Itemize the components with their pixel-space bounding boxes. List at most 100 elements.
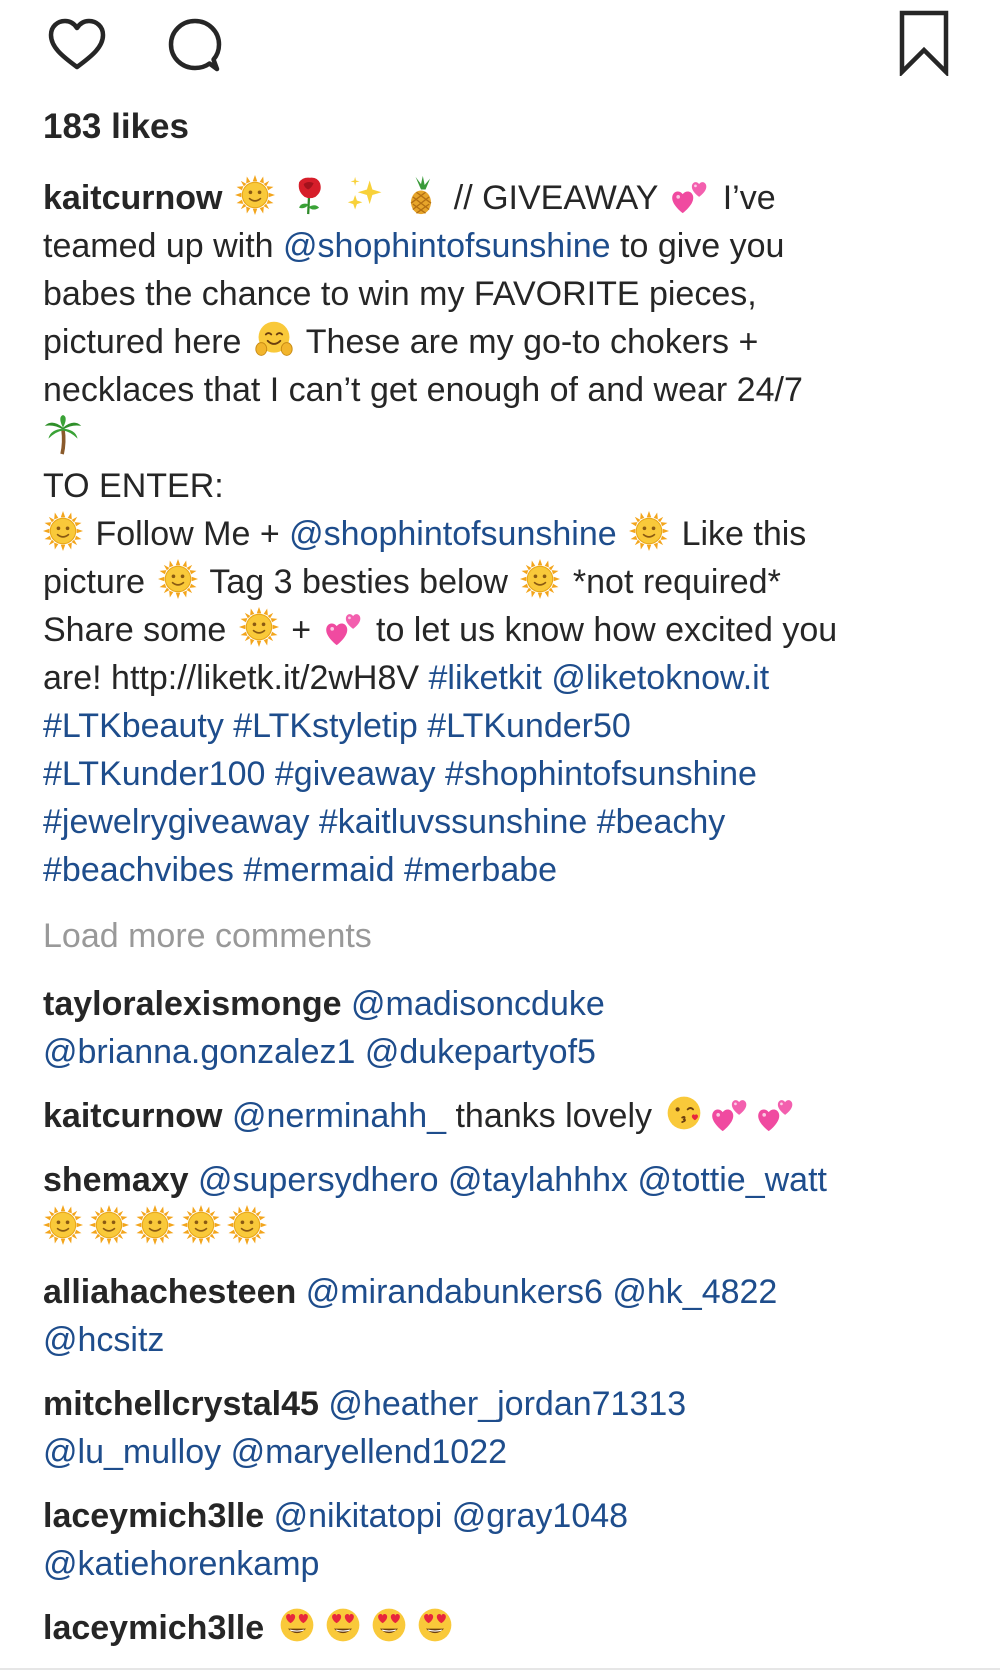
two-hearts-emoji-icon [670, 175, 710, 215]
mention-link[interactable]: @supersydhero @taylahhhx @tottie_watt [198, 1161, 827, 1199]
caption-line: teamed up with @shophintofsunshine to gi… [43, 222, 973, 270]
sun-face-emoji-icon [520, 559, 560, 599]
comment-username[interactable]: mitchellcrystal45 [43, 1385, 319, 1423]
hugging-face-emoji-icon [254, 319, 294, 359]
heart-eyes-emoji-icon [369, 1605, 409, 1645]
hashtag-line[interactable]: #beachvibes #mermaid #merbabe [43, 846, 973, 894]
caption-text: Follow Me + [95, 515, 280, 553]
comment-text: thanks lovely [455, 1097, 653, 1135]
mention-link[interactable]: @brianna.gonzalez1 @dukepartyof5 [43, 1028, 973, 1076]
comment-item: laceymich3lle @nikitatopi @gray1048 @kat… [43, 1492, 973, 1588]
caption-text: picture [43, 563, 146, 601]
sun-face-emoji-icon [43, 511, 83, 551]
comment-item: shemaxy @supersydhero @taylahhhx @tottie… [43, 1156, 973, 1252]
heart-eyes-emoji-icon [277, 1605, 317, 1645]
comment-line: alliahachesteen @mirandabunkers6 @hk_482… [43, 1268, 973, 1316]
comments-list: tayloralexismonge @madisoncduke @brianna… [43, 980, 973, 1668]
heart-eyes-emoji-icon [323, 1605, 363, 1645]
caption-text: Share some [43, 611, 227, 649]
caption-text: Like this [681, 515, 807, 553]
comment-username[interactable]: laceymich3lle [43, 1497, 264, 1535]
comment-username[interactable]: tayloralexismonge [43, 985, 342, 1023]
mention-link[interactable]: @katiehorenkamp [43, 1540, 973, 1588]
caption-text: teamed up with [43, 227, 274, 265]
caption-text: I’ve [722, 179, 776, 217]
caption-line: necklaces that I can’t get enough of and… [43, 371, 803, 409]
caption-line: picture Tag 3 besties below *not require… [43, 558, 973, 606]
caption-link-text[interactable]: are! http://liketk.it/2wH8V [43, 659, 419, 697]
load-more-comments-link[interactable]: Load more comments [43, 912, 372, 960]
caption-text: // GIVEAWAY [453, 179, 658, 217]
hashtag-line[interactable]: #LTKbeauty #LTKstyletip #LTKunder50 [43, 702, 973, 750]
caption-text: pictured here [43, 323, 242, 361]
sun-face-emoji-icon [239, 607, 279, 647]
caption-line: TO ENTER: [43, 467, 224, 505]
sun-face-emoji-icon [629, 511, 669, 551]
caption-text: *not required* [572, 563, 781, 601]
post-details: 183 likes kaitcurnow // GIVEAWAY I’ve te… [0, 0, 1000, 1674]
comment-line: laceymich3lle [43, 1604, 973, 1652]
sun-face-emoji-icon [43, 1205, 83, 1245]
comment-item: kaitcurnow @nerminahh_ thanks lovely [43, 1092, 973, 1140]
comment-username[interactable]: alliahachesteen [43, 1273, 296, 1311]
palm-tree-emoji-icon [43, 415, 83, 455]
comment-line: tayloralexismonge @madisoncduke [43, 980, 973, 1028]
sun-face-emoji-icon [89, 1205, 129, 1245]
comment-line: mitchellcrystal45 @heather_jordan71313 [43, 1380, 973, 1428]
heart-eyes-emoji-icon [415, 1605, 455, 1645]
heart-outline-icon[interactable] [48, 17, 106, 73]
sun-face-emoji-icon [227, 1205, 267, 1245]
mention-link[interactable]: @shophintofsunshine [283, 227, 611, 265]
mention-link[interactable]: @nikitatopi @gray1048 [274, 1497, 628, 1535]
comment-line: kaitcurnow @nerminahh_ thanks lovely [43, 1092, 973, 1140]
face-blowing-kiss-emoji-icon [664, 1093, 704, 1133]
caption-line: kaitcurnow // GIVEAWAY I’ve [43, 174, 973, 222]
caption-text: + [291, 611, 312, 649]
comment-item: alliahachesteen @mirandabunkers6 @hk_482… [43, 1268, 973, 1364]
caption-line [43, 414, 973, 462]
comment-username[interactable]: laceymich3lle [43, 1609, 264, 1647]
comment-item: laceymich3lle [43, 1604, 973, 1652]
mention-link[interactable]: @shophintofsunshine [289, 515, 617, 553]
post-caption: kaitcurnow // GIVEAWAY I’ve teamed up wi… [43, 174, 973, 894]
comment-line: laceymich3lle @nikitatopi @gray1048 [43, 1492, 973, 1540]
comment-emoji-line [43, 1204, 973, 1252]
pineapple-emoji-icon [401, 175, 441, 215]
caption-text: These are my go-to chokers + [305, 323, 759, 361]
mention-link[interactable]: @lu_mulloy @maryellend1022 [43, 1428, 973, 1476]
caption-text: to give you [620, 227, 785, 265]
two-hearts-emoji-icon [324, 607, 364, 647]
bookmark-outline-icon[interactable] [898, 10, 950, 76]
caption-line: are! http://liketk.it/2wH8V #liketkit @l… [43, 654, 973, 702]
caption-line: Follow Me + @shophintofsunshine Like thi… [43, 510, 973, 558]
caption-line: Share some + to let us know how excited … [43, 606, 973, 654]
rose-emoji-icon [290, 175, 330, 215]
hashtag-link[interactable]: #liketkit [429, 659, 542, 697]
bottom-divider [0, 1668, 1000, 1670]
sparkles-emoji-icon [346, 175, 386, 215]
likes-count[interactable]: 183 likes [43, 103, 189, 151]
sun-face-emoji-icon [135, 1205, 175, 1245]
caption-text: to let us know how excited you [376, 611, 838, 649]
caption-username[interactable]: kaitcurnow [43, 179, 222, 217]
sun-face-emoji-icon [158, 559, 198, 599]
mention-link[interactable]: @liketoknow.it [551, 659, 769, 697]
caption-line: babes the chance to win my FAVORITE piec… [43, 275, 757, 313]
comment-item: tayloralexismonge @madisoncduke @brianna… [43, 980, 973, 1076]
mention-link[interactable]: @mirandabunkers6 @hk_4822 [306, 1273, 778, 1311]
speech-bubble-icon[interactable] [164, 17, 226, 73]
comment-item: mitchellcrystal45 @heather_jordan71313 @… [43, 1380, 973, 1476]
mention-link[interactable]: @hcsitz [43, 1316, 973, 1364]
comment-username[interactable]: shemaxy [43, 1161, 189, 1199]
hashtag-line[interactable]: #jewelrygiveaway #kaitluvssunshine #beac… [43, 798, 973, 846]
mention-link[interactable]: @nerminahh_ [232, 1097, 446, 1135]
caption-line: pictured here These are my go-to chokers… [43, 318, 973, 366]
hashtag-line[interactable]: #LTKunder100 #giveaway #shophintofsunshi… [43, 750, 973, 798]
post-action-bar [0, 0, 1000, 100]
two-hearts-emoji-icon [710, 1093, 750, 1133]
mention-link[interactable]: @madisoncduke [351, 985, 605, 1023]
caption-text: Tag 3 besties below [209, 563, 508, 601]
comment-line: shemaxy @supersydhero @taylahhhx @tottie… [43, 1156, 973, 1204]
mention-link[interactable]: @heather_jordan71313 [328, 1385, 686, 1423]
comment-username[interactable]: kaitcurnow [43, 1097, 222, 1135]
